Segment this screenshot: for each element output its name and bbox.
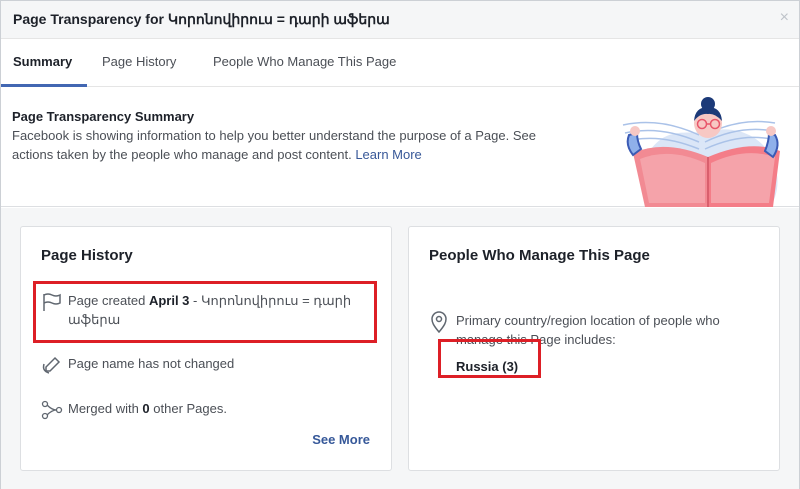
tab-bar: Summary Page History People Who Manage T… (1, 40, 799, 87)
cards-area: Page History Page created April 3 - Կորո… (1, 208, 799, 489)
location-text-line1: Primary country/region location of peopl… (456, 313, 720, 328)
page-history-title: Page History (41, 247, 133, 264)
pencil-icon (42, 356, 61, 374)
merged-suffix: other Pages. (149, 401, 227, 416)
tab-page-history[interactable]: Page History (102, 54, 176, 69)
page-created-highlight (33, 281, 377, 343)
close-icon[interactable]: × (780, 10, 789, 26)
tab-people-who-manage[interactable]: People Who Manage This Page (213, 54, 396, 69)
summary-heading: Page Transparency Summary (12, 109, 195, 124)
page-history-card: Page History Page created April 3 - Կորո… (20, 226, 392, 471)
summary-description-line2: actions taken by the people who manage a… (12, 147, 352, 162)
location-pin-icon (431, 311, 447, 333)
people-manage-card: People Who Manage This Page Primary coun… (408, 226, 780, 471)
country-highlight (438, 339, 541, 378)
merged-text: Merged with 0 other Pages. (68, 399, 227, 418)
merged-row: Merged with 0 other Pages. (41, 399, 371, 420)
merge-icon (41, 400, 63, 420)
people-manage-title: People Who Manage This Page (429, 247, 650, 264)
merged-count: 0 (142, 401, 150, 416)
summary-description: Facebook is showing information to help … (12, 126, 592, 164)
summary-section: Page Transparency Summary Facebook is sh… (1, 87, 799, 207)
name-change-row: Page name has not changed (41, 354, 371, 374)
reading-person-illustration (622, 97, 780, 207)
learn-more-link[interactable]: Learn More (355, 147, 421, 162)
summary-description-line1: Facebook is showing information to help … (12, 128, 536, 143)
tab-summary[interactable]: Summary (13, 54, 72, 69)
merged-prefix: Merged with (68, 401, 143, 416)
page-transparency-dialog: Page Transparency for Կորոնովիրուս = դար… (0, 0, 800, 489)
see-more-link[interactable]: See More (312, 432, 370, 447)
dialog-title: Page Transparency for Կորոնովիրուս = դար… (13, 11, 390, 27)
name-change-text: Page name has not changed (68, 356, 235, 371)
dialog-header: Page Transparency for Կորոնովիրուս = դար… (1, 1, 799, 39)
